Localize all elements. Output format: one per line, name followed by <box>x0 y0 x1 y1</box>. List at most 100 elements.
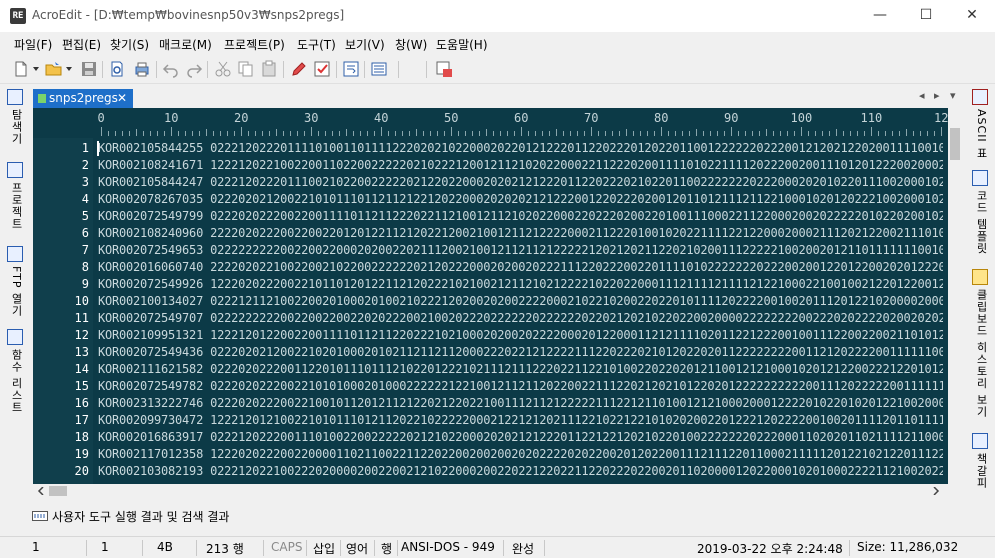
code-line[interactable]: KOR002072549707 022222222200220022002202… <box>98 311 943 325</box>
side-tab-function-list[interactable]: 함수 리스트 <box>2 327 28 414</box>
side-tab-explorer[interactable]: 탐색기 <box>2 87 28 149</box>
ruler-tick <box>150 131 151 136</box>
ruler-tick <box>500 131 501 136</box>
ruler-tick <box>787 131 788 136</box>
code-line[interactable]: KOR002072549436 022202021200221020100020… <box>98 345 943 359</box>
cut-icon[interactable] <box>214 60 232 78</box>
code-line[interactable]: KOR002072549782 022202022200221010100020… <box>98 379 943 393</box>
code-line[interactable]: KOR002099730472 122212012100221010111012… <box>98 413 943 427</box>
scroll-right-icon[interactable] <box>932 487 940 495</box>
ruler-tick <box>654 131 655 136</box>
tab-list-icon[interactable]: ▾ <box>950 89 956 102</box>
menu-help[interactable]: 도움말(H) <box>436 36 488 53</box>
minimize-button[interactable]: — <box>857 0 903 32</box>
menu-tools[interactable]: 도구(T) <box>297 36 336 53</box>
print-icon[interactable] <box>133 60 151 78</box>
code-line[interactable]: KOR002072549926 122202022200221011012012… <box>98 277 943 291</box>
menu-project[interactable]: 프로젝트(P) <box>224 36 285 53</box>
ftp-icon <box>7 246 23 262</box>
tab-prev-icon[interactable]: ◂ <box>919 89 925 102</box>
code-line[interactable]: KOR002072549653 022222222200220022000202… <box>98 243 943 257</box>
side-tab-clipboard-history[interactable]: 클립보드 히스토리 보기 <box>967 267 993 427</box>
close-button[interactable]: ✕ <box>949 0 995 32</box>
open-dropdown-icon[interactable] <box>66 67 72 72</box>
scroll-left-icon[interactable] <box>37 487 45 495</box>
code-line[interactable]: KOR002072549799 022202022200220011110112… <box>98 209 943 223</box>
app-name: AcroEdit <box>32 8 82 22</box>
code-line[interactable]: KOR002111621582 022202022200112201011101… <box>98 362 943 376</box>
side-tab-label: FTP 열기 <box>10 266 23 317</box>
tab-next-icon[interactable]: ▸ <box>934 89 940 102</box>
side-tab-code-template[interactable]: 코드 템플릿 <box>967 168 993 258</box>
horizontal-scrollbar[interactable] <box>33 484 948 498</box>
highlighter-icon[interactable] <box>290 60 308 78</box>
status-insert-mode[interactable]: 삽입 <box>313 540 335 557</box>
code-area[interactable]: KOR002105844255 022212022201111010011011… <box>33 138 948 484</box>
ruler-tick <box>717 131 718 136</box>
ruler-tick <box>906 129 907 136</box>
ruler-tick <box>836 129 837 136</box>
code-line[interactable]: KOR002117012358 122202022200220000110211… <box>98 447 943 461</box>
save-icon[interactable] <box>80 60 98 78</box>
mark-icon[interactable] <box>313 60 331 78</box>
side-tab-project[interactable]: 프로젝트 <box>2 160 28 234</box>
code-line[interactable]: KOR002016060740 222202022100220021022002… <box>98 260 943 274</box>
code-line[interactable]: KOR002100134027 022212112100220020100020… <box>98 294 943 308</box>
horizontal-scroll-thumb[interactable] <box>49 486 67 496</box>
side-tab-ftp[interactable]: FTP 열기 <box>2 244 28 317</box>
ruler-tick <box>234 131 235 136</box>
redo-icon[interactable] <box>185 60 203 78</box>
menu-file[interactable]: 파일(F) <box>14 36 52 53</box>
code-line[interactable]: KOR002108240960 222202022200220022012012… <box>98 226 943 240</box>
output-panel-tab[interactable]: 사용자 도구 실행 결과 및 검색 결과 <box>30 504 965 528</box>
word-wrap-icon[interactable] <box>342 60 360 78</box>
vertical-scrollbar[interactable] <box>948 108 962 484</box>
tab-close-icon[interactable]: ✕ <box>117 91 127 105</box>
side-tab-bookmark[interactable]: 책갈피 <box>967 431 993 491</box>
undo-icon[interactable] <box>162 60 180 78</box>
menu-view[interactable]: 보기(V) <box>345 36 385 53</box>
ruler-tick <box>605 131 606 136</box>
ruler-tick <box>101 127 102 136</box>
ruler-tick <box>486 129 487 136</box>
code-line[interactable]: KOR002105844247 022212022201110021022002… <box>98 175 943 189</box>
code-line[interactable]: KOR002016863917 022212022200111010022002… <box>98 430 943 444</box>
new-file-dropdown-icon[interactable] <box>33 67 39 72</box>
status-encoding[interactable]: ANSI-DOS - 949 <box>401 540 495 554</box>
text-editor[interactable]: 0 10 20 30 40 50 60 70 80 90 100 110 12 1 2 3 4 5 6 7 8 9 10 1… <box>33 108 948 484</box>
vertical-scroll-thumb[interactable] <box>950 128 960 160</box>
code-line[interactable]: KOR002078267035 022202021200221010111011… <box>98 192 943 206</box>
paste-icon[interactable] <box>260 60 278 78</box>
maximize-button[interactable]: ☐ <box>903 0 949 32</box>
ascii-table-icon <box>972 89 988 105</box>
side-tab-label: 클립보드 히스토리 보기 <box>975 289 988 418</box>
status-separator <box>374 540 375 556</box>
code-line[interactable]: KOR002108241671 122212022100220011022002… <box>98 158 943 172</box>
code-line[interactable]: KOR002313222746 022202022200221001011201… <box>98 396 943 410</box>
ruler-label: 10 <box>164 111 179 125</box>
ruler-tick <box>857 131 858 136</box>
ruler-tick <box>479 131 480 136</box>
new-file-icon[interactable] <box>12 60 30 78</box>
ruler-tick <box>339 131 340 136</box>
ruler-tick <box>514 131 515 136</box>
ruler-tick <box>892 131 893 136</box>
copy-icon[interactable] <box>237 60 255 78</box>
menu-window[interactable]: 창(W) <box>395 36 427 53</box>
column-mode-icon[interactable] <box>370 60 388 78</box>
menu-edit[interactable]: 편집(E) <box>62 36 101 53</box>
code-line[interactable]: KOR002109951321 122212012200220011110112… <box>98 328 943 342</box>
ruler-tick <box>220 131 221 136</box>
menu-find[interactable]: 찾기(S) <box>110 36 149 53</box>
open-folder-icon[interactable] <box>45 60 63 78</box>
menu-macro[interactable]: 매크로(M) <box>159 36 212 53</box>
hex-view-icon[interactable] <box>435 60 453 78</box>
toolbar-separator <box>336 61 337 78</box>
ruler-label: 12 <box>934 111 948 125</box>
code-line[interactable]: KOR002105844255 022212022201111010011011… <box>98 141 943 155</box>
side-tab-ascii[interactable]: ASCII 표 <box>967 87 993 159</box>
tab-snps2pregs[interactable]: snps2pregs ✕ <box>33 89 133 108</box>
code-line[interactable]: KOR002103082193 022212022100222020000200… <box>98 464 943 478</box>
print-preview-icon[interactable] <box>108 60 126 78</box>
ruler-tick <box>402 131 403 136</box>
